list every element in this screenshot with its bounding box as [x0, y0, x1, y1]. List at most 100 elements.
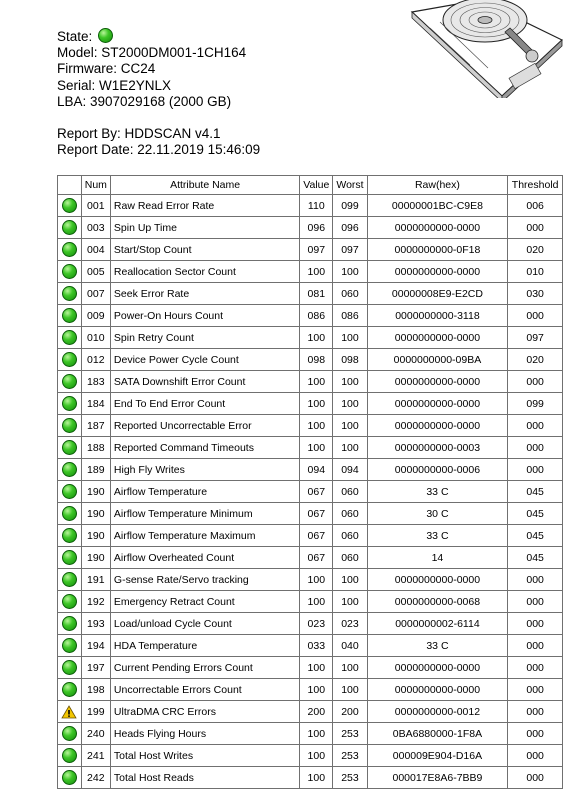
attr-threshold: 000 — [507, 216, 563, 239]
attr-threshold: 000 — [507, 678, 563, 701]
attr-raw: 33 C — [366, 634, 509, 657]
attr-worst: 060 — [332, 480, 368, 503]
table-row: 005 Reallocation Sector Count 100 100 000000… — [57, 260, 563, 283]
table-row: 190 Airflow Temperature Maximum 067 060 33 C… — [57, 524, 563, 547]
attr-worst: 100 — [332, 260, 368, 283]
attr-value: 023 — [299, 612, 334, 635]
attr-threshold: 030 — [507, 282, 563, 305]
ok-status-icon — [61, 528, 77, 543]
table-row: 007 Seek Error Rate 081 060 00000008E9-E2CD 0… — [57, 282, 563, 305]
attr-value: 100 — [299, 590, 334, 613]
attr-threshold: 045 — [507, 480, 563, 503]
attr-num: 009 — [80, 304, 111, 327]
status-cell — [57, 348, 82, 371]
status-cell — [57, 370, 82, 393]
attr-raw: 000017E8A6-7BB9 — [366, 766, 509, 789]
attr-threshold: 000 — [507, 590, 563, 613]
attr-name: Heads Flying Hours — [109, 722, 301, 745]
attr-worst: 086 — [332, 304, 368, 327]
attr-threshold: 000 — [507, 700, 563, 723]
attr-threshold: 000 — [507, 656, 563, 679]
ok-status-icon — [61, 330, 77, 345]
attr-raw: 0000000000-0000 — [366, 568, 509, 591]
attr-worst: 097 — [332, 238, 368, 261]
attr-num: 012 — [80, 348, 111, 371]
attr-name: Reported Command Timeouts — [109, 436, 301, 459]
ok-status-icon — [61, 242, 77, 257]
ok-status-icon — [61, 462, 77, 477]
table-row: 240 Heads Flying Hours 100 253 0BA6880000-1F… — [57, 722, 563, 745]
attr-name: G-sense Rate/Servo tracking — [109, 568, 301, 591]
table-row: 009 Power-On Hours Count 086 086 0000000000-… — [57, 304, 563, 327]
status-cell — [57, 216, 82, 239]
status-cell — [57, 568, 82, 591]
status-cell — [57, 414, 82, 437]
ok-status-icon — [61, 594, 77, 609]
attr-worst: 023 — [332, 612, 368, 635]
attr-value: 100 — [299, 326, 334, 349]
attr-worst: 100 — [332, 678, 368, 701]
attr-value: 094 — [299, 458, 334, 481]
attr-raw: 0000000000-0000 — [366, 260, 509, 283]
attr-num: 193 — [80, 612, 111, 635]
attr-name: Raw Read Error Rate — [109, 194, 301, 217]
ok-status-icon — [61, 440, 77, 455]
attr-name: Total Host Writes — [109, 744, 301, 767]
attr-worst: 100 — [332, 370, 368, 393]
attr-raw: 0000000000-0000 — [366, 216, 509, 239]
ok-status-icon — [61, 264, 77, 279]
drive-info: State: Model: ST2000DM001-1CH164 Firmwar… — [57, 28, 260, 158]
col-header-raw: Raw(hex) — [366, 175, 509, 195]
attr-value: 067 — [299, 502, 334, 525]
col-header-worst: Worst — [332, 175, 368, 195]
attr-threshold: 000 — [507, 370, 563, 393]
attr-value: 033 — [299, 634, 334, 657]
attr-value: 097 — [299, 238, 334, 261]
attr-threshold: 000 — [507, 458, 563, 481]
attr-raw: 0000000000-3118 — [366, 304, 509, 327]
smart-attributes-table: Num Attribute Name Value Worst Raw(hex) … — [57, 175, 563, 789]
attr-name: Total Host Reads — [109, 766, 301, 789]
attr-num: 190 — [80, 480, 111, 503]
attr-worst: 100 — [332, 436, 368, 459]
attr-num: 189 — [80, 458, 111, 481]
status-cell — [57, 766, 82, 789]
attr-value: 081 — [299, 282, 334, 305]
attr-worst: 099 — [332, 194, 368, 217]
attr-threshold: 006 — [507, 194, 563, 217]
col-header-attribute-name: Attribute Name — [109, 175, 301, 195]
col-header-value: Value — [299, 175, 334, 195]
attr-num: 242 — [80, 766, 111, 789]
table-row: 001 Raw Read Error Rate 110 099 00000001BC-C… — [57, 194, 563, 217]
ok-status-icon — [61, 396, 77, 411]
table-row: 184 End To End Error Count 100 100 000000000… — [57, 392, 563, 415]
attr-threshold: 010 — [507, 260, 563, 283]
attr-threshold: 045 — [507, 524, 563, 547]
ok-status-icon — [61, 418, 77, 433]
ok-status-icon — [61, 770, 77, 785]
attr-num: 240 — [80, 722, 111, 745]
attr-num: 194 — [80, 634, 111, 657]
attr-value: 110 — [299, 194, 334, 217]
attr-threshold: 000 — [507, 436, 563, 459]
table-row: 190 Airflow Temperature 067 060 33 C 045 — [57, 480, 563, 503]
status-cell — [57, 722, 82, 745]
ok-status-icon — [61, 506, 77, 521]
attr-value: 200 — [299, 700, 334, 723]
attr-threshold: 000 — [507, 612, 563, 635]
attr-name: UltraDMA CRC Errors — [109, 700, 301, 723]
attr-worst: 253 — [332, 744, 368, 767]
status-cell — [57, 480, 82, 503]
attr-threshold: 000 — [507, 568, 563, 591]
attr-value: 100 — [299, 392, 334, 415]
attr-raw: 0000000000-09BA — [366, 348, 509, 371]
attr-name: Airflow Overheated Count — [109, 546, 301, 569]
attr-threshold: 000 — [507, 304, 563, 327]
attr-name: High Fly Writes — [109, 458, 301, 481]
table-header-row: Num Attribute Name Value Worst Raw(hex) … — [57, 175, 563, 195]
status-cell — [57, 700, 82, 723]
attr-name: Uncorrectable Errors Count — [109, 678, 301, 701]
attr-num: 010 — [80, 326, 111, 349]
status-cell — [57, 260, 82, 283]
ok-status-icon — [61, 660, 77, 675]
